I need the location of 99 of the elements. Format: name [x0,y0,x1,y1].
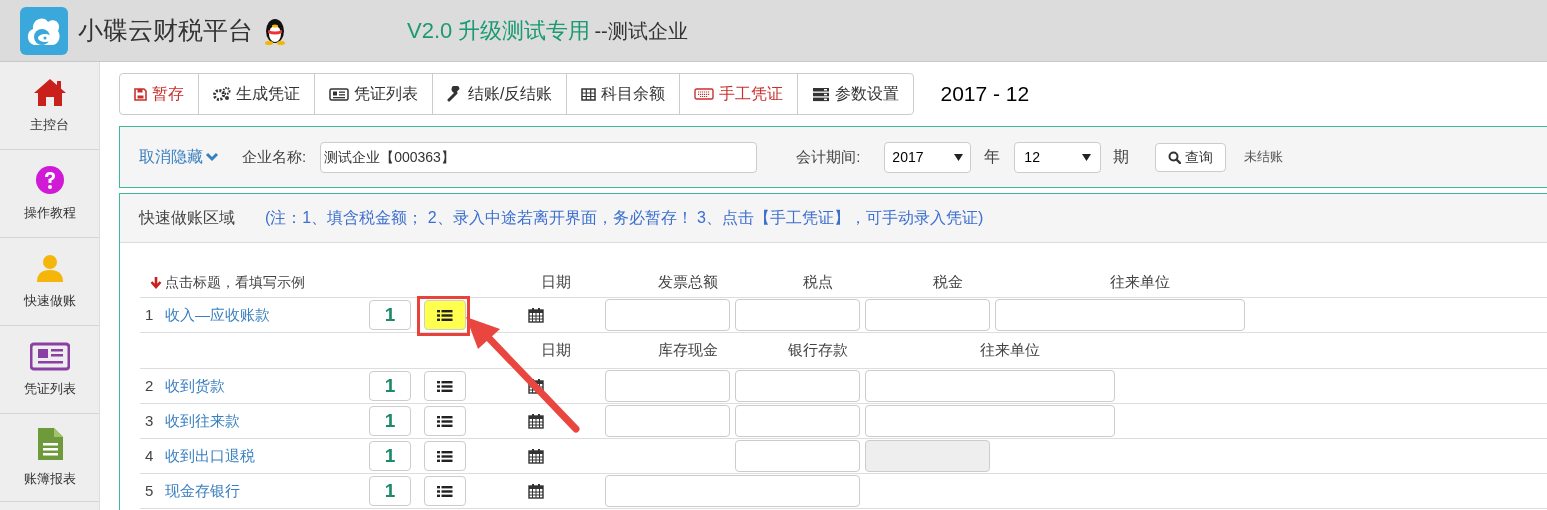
entry-title-link[interactable]: 收到出口退税 [165,444,369,468]
count-button[interactable]: 1 [369,441,411,471]
count-button[interactable]: 1 [369,300,411,330]
help-icon [34,164,65,195]
list-icon [437,414,453,428]
entry-title-link[interactable]: 收到往来款 [165,409,369,433]
amount-field[interactable] [735,299,860,331]
calendar-icon[interactable] [527,413,544,429]
list-button[interactable] [424,441,466,471]
toolbar-button[interactable]: 暂存 [120,74,198,114]
highlight-frame [417,296,470,336]
save-icon [134,87,147,101]
version-label: V2.0 升级测试专用 [407,17,591,45]
panel-note: (注：1、填含税金额； 2、录入中途若离开界面，务必暂存！ 3、点击【手工凭证】，可手动录入凭证) [265,208,984,228]
keyboard-icon [694,88,715,100]
penguin-icon [263,16,287,45]
row-number: 3 [144,410,155,431]
list-button[interactable] [424,476,466,506]
list-icon [437,449,453,463]
toolbar-button[interactable]: 生成凭证 [198,74,314,114]
company-label: 企业名称: [242,146,307,167]
period-unit: 期 [1113,147,1130,167]
sidebar-item[interactable]: 账簿报表 [23,468,76,489]
amount-field[interactable] [865,370,1115,402]
amount-field[interactable] [735,440,860,472]
list-button[interactable] [424,406,466,436]
calendar-icon[interactable] [527,378,544,394]
app-title: 小碟云财税平台 [78,14,253,46]
amount-field[interactable] [865,299,990,331]
period-field-label: 会计期间: [796,146,861,167]
column-header: 日期 [540,340,571,361]
column-header: 税点 [802,272,833,293]
column-header: 往来单位 [1110,272,1170,293]
home-icon [32,76,67,107]
panel-title: 快速做账区域 [139,208,235,228]
row-number: 1 [144,304,155,325]
toolbar-button[interactable]: 参数设置 [797,74,914,114]
newspaper-icon [329,87,349,101]
dropdown-caret-icon [1082,153,1092,161]
entry-title-link[interactable]: 现金存银行 [165,479,369,503]
month-select[interactable]: 12 [1014,141,1102,173]
toolbar-button[interactable]: 凭证列表 [314,74,432,114]
count-button[interactable]: 1 [369,371,411,401]
count-button[interactable]: 1 [369,476,411,506]
amount-field[interactable] [605,475,860,507]
status-label: 未结账 [1244,148,1284,167]
sidebar-item[interactable]: 凭证列表 [23,378,76,399]
column-header: 库存现金 [657,340,718,361]
calendar-icon[interactable] [527,307,544,323]
list-button[interactable] [424,371,466,401]
amount-field[interactable] [605,370,730,402]
entry-title-link[interactable]: 收到货款 [165,374,369,398]
row-number: 2 [144,375,155,396]
list-icon [437,379,453,393]
amount-field[interactable] [735,370,860,402]
year-unit: 年 [984,147,1001,167]
row-number: 4 [144,445,155,466]
query-button[interactable]: 查询 [1155,142,1227,172]
sidebar-item[interactable]: 主控台 [30,114,69,135]
amount-field[interactable] [735,405,860,437]
list-button[interactable] [424,300,466,330]
toolbar-button[interactable]: 结账/反结账 [432,74,567,114]
row-number: 5 [144,480,155,501]
search-icon [1168,150,1182,164]
arrow-down-icon [150,276,162,289]
hint-text: 点击标题，看填写示例 [165,273,305,292]
cloud-logo-icon [20,6,68,55]
document-icon [35,426,64,461]
column-header: 税金 [932,272,963,293]
amount-field[interactable] [865,405,1115,437]
list-icon [437,308,453,322]
amount-field[interactable] [995,299,1245,331]
server-icon [812,86,831,102]
list-icon [437,484,453,498]
column-header: 发票总额 [657,272,718,293]
dropdown-caret-icon [954,153,964,161]
toggle-link[interactable]: 取消隐藏 [139,145,219,169]
year-select[interactable]: 2017 [884,141,972,173]
company-title: --测试企业 [594,18,688,44]
count-button[interactable]: 1 [369,406,411,436]
entry-title-link[interactable]: 收入—应收账款 [165,303,369,327]
period-label: 2017 - 12 [940,81,1030,108]
newspaper-icon [29,340,70,371]
sidebar-item[interactable]: 快速做账 [23,290,76,311]
calendar-icon[interactable] [527,483,544,499]
toolbar-button[interactable]: 科目余额 [566,74,680,114]
chevron-down-icon [205,152,219,162]
toolbar-button[interactable]: 手工凭证 [679,74,798,114]
sidebar-item[interactable]: 操作教程 [23,202,76,223]
company-field[interactable]: 测试企业【000363】 [320,141,758,173]
column-header: 银行存款 [787,340,848,361]
calendar-icon[interactable] [527,448,544,464]
gears-icon [213,87,231,101]
column-header: 往来单位 [980,340,1040,361]
column-header: 日期 [540,272,571,293]
amount-field[interactable] [605,299,730,331]
amount-field[interactable] [605,405,730,437]
table-icon [581,87,597,101]
user-icon [34,252,65,283]
